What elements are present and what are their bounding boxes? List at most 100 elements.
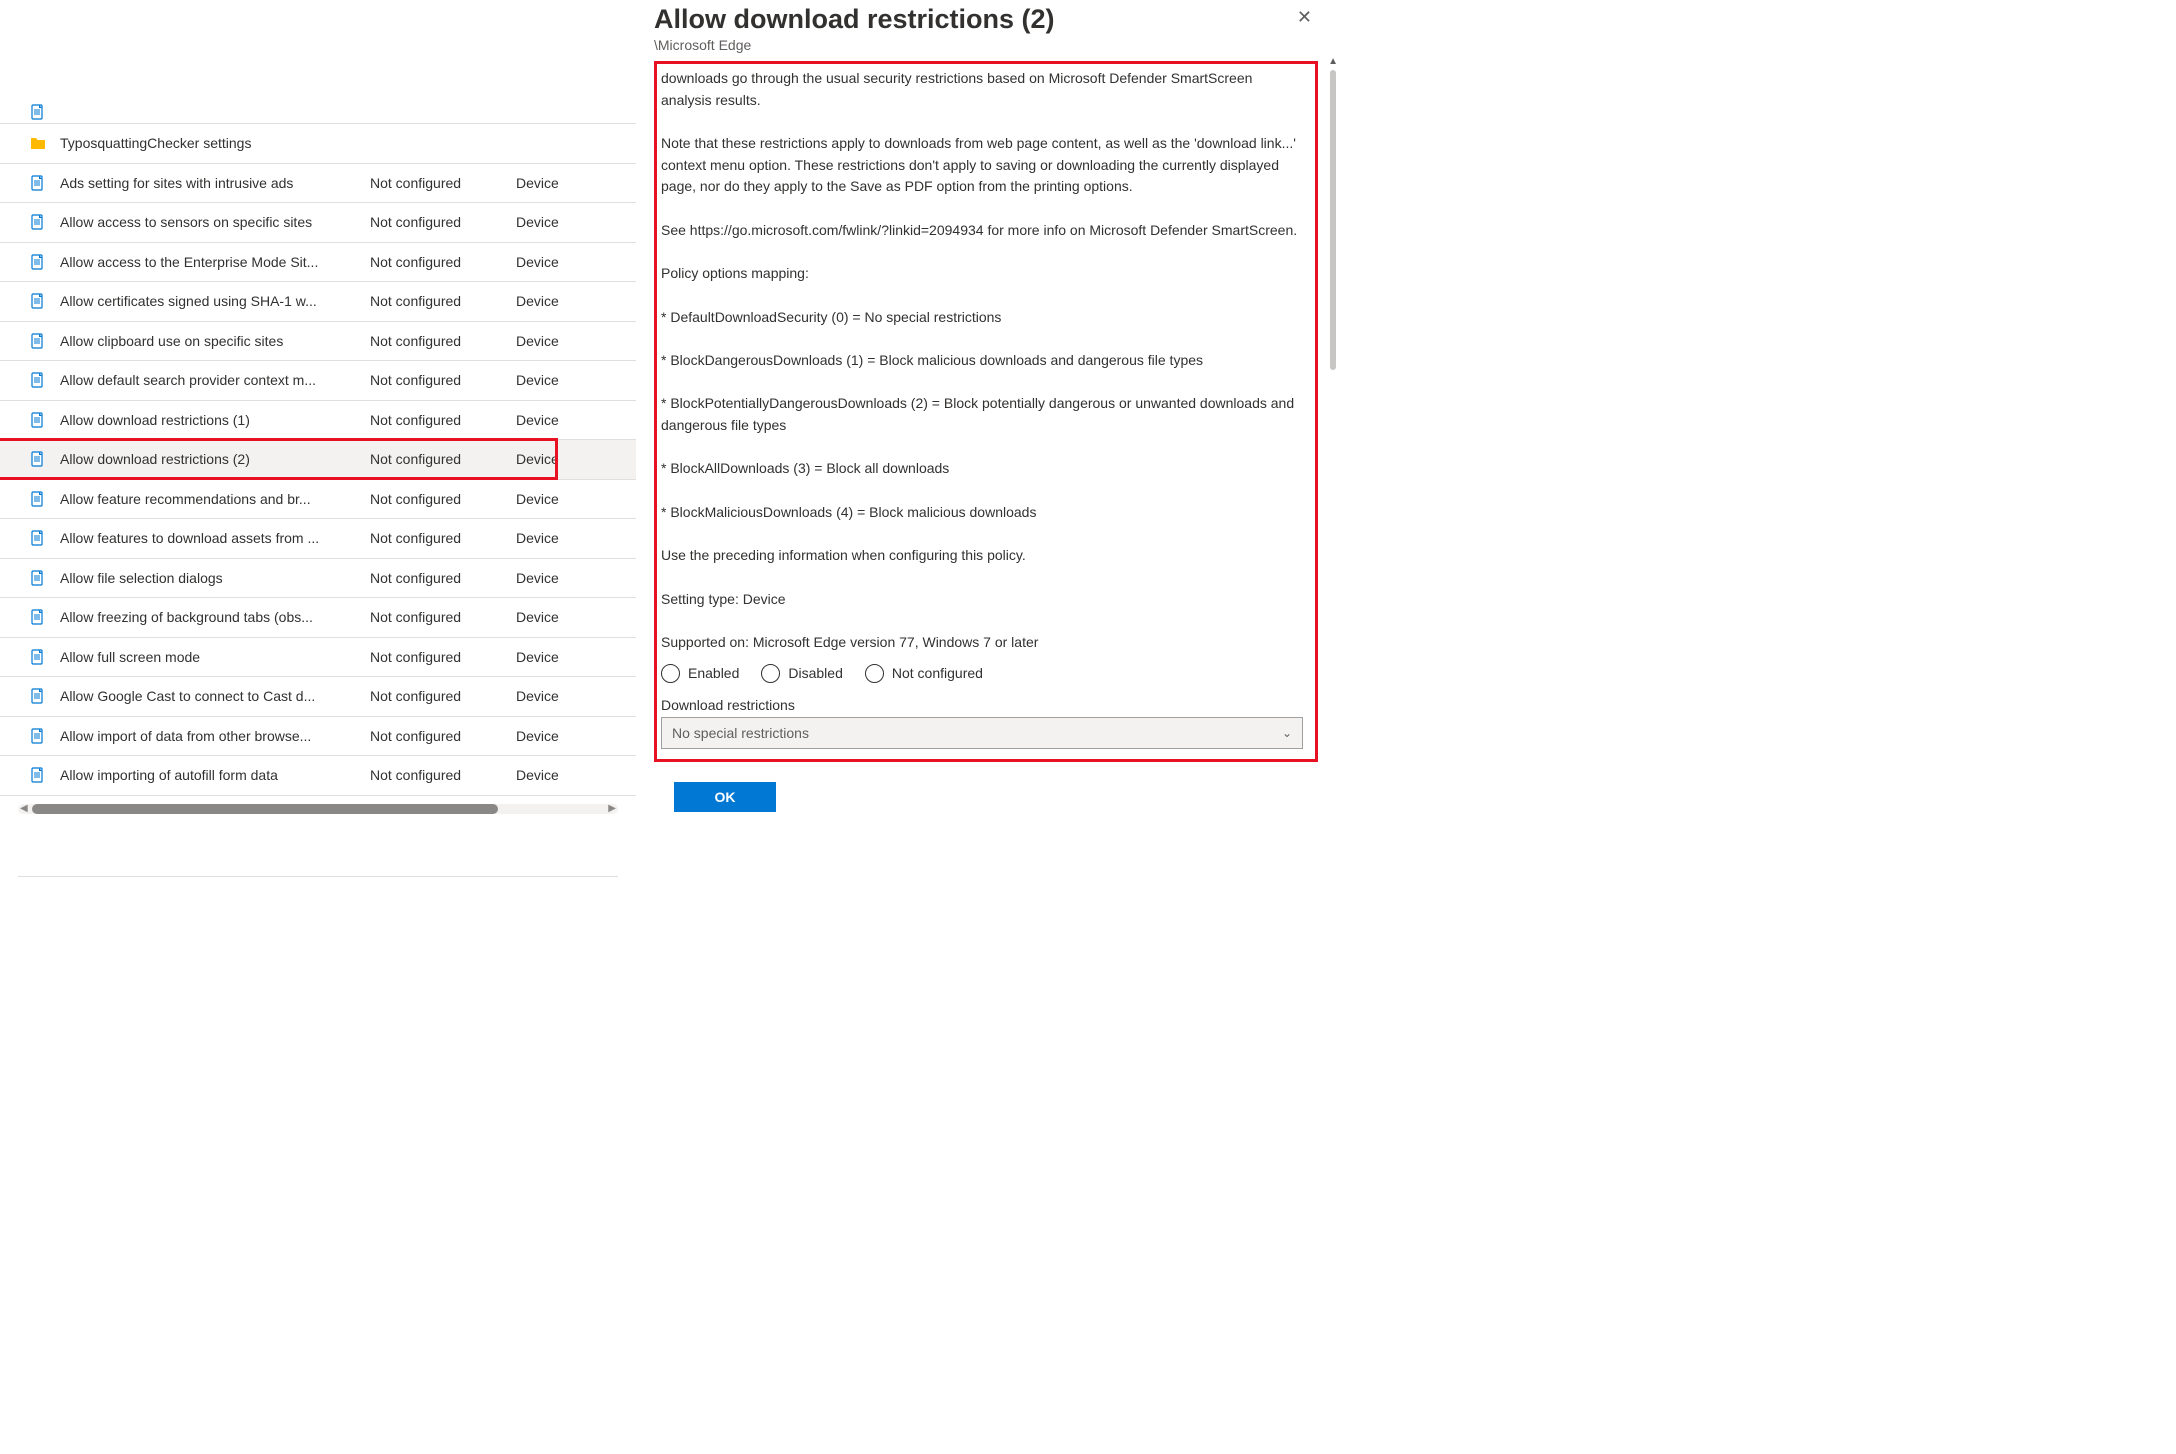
setting-state-cell: Not configured bbox=[370, 728, 516, 744]
radio-icon bbox=[761, 664, 780, 683]
setting-scope-cell: Device bbox=[516, 728, 596, 744]
setting-name-cell: Allow default search provider context m.… bbox=[60, 372, 370, 388]
horizontal-scrollbar-thumb[interactable] bbox=[32, 804, 498, 814]
radio-label: Not configured bbox=[892, 665, 983, 681]
scroll-right-arrow-icon[interactable]: ▶ bbox=[608, 803, 616, 814]
setting-state-cell: Not configured bbox=[370, 570, 516, 586]
table-row[interactable]: Allow default search provider context m.… bbox=[0, 361, 636, 401]
table-row[interactable]: Allow download restrictions (1)Not confi… bbox=[0, 401, 636, 441]
setting-name-cell: Allow feature recommendations and br... bbox=[60, 491, 370, 507]
setting-icon bbox=[30, 333, 46, 349]
setting-scope-cell: Device bbox=[516, 254, 596, 270]
scroll-up-arrow-icon[interactable]: ▲ bbox=[1328, 56, 1338, 67]
setting-name-cell: Ads setting for sites with intrusive ads bbox=[60, 175, 370, 191]
table-row[interactable]: Allow file selection dialogsNot configur… bbox=[0, 559, 636, 599]
table-row[interactable]: Allow import of data from other browse..… bbox=[0, 717, 636, 757]
setting-icon bbox=[30, 254, 46, 270]
setting-scope-cell: Device bbox=[516, 451, 596, 467]
scroll-left-arrow-icon[interactable]: ◀ bbox=[20, 803, 28, 814]
setting-state-cell: Not configured bbox=[370, 649, 516, 665]
download-restrictions-select[interactable]: No special restrictions ⌄ bbox=[661, 717, 1303, 749]
setting-state-cell: Not configured bbox=[370, 451, 516, 467]
table-row[interactable]: Allow full screen modeNot configuredDevi… bbox=[0, 638, 636, 678]
table-row[interactable]: Allow freezing of background tabs (obs..… bbox=[0, 598, 636, 638]
setting-name-cell: Allow download restrictions (2) bbox=[60, 451, 370, 467]
setting-state-cell: Not configured bbox=[370, 214, 516, 230]
setting-scope-cell: Device bbox=[516, 214, 596, 230]
setting-name-cell: Allow access to the Enterprise Mode Sit.… bbox=[60, 254, 370, 270]
setting-name-cell: Allow importing of autofill form data bbox=[60, 767, 370, 783]
dropdown-label: Download restrictions bbox=[661, 697, 1303, 713]
setting-name-cell: Allow import of data from other browse..… bbox=[60, 728, 370, 744]
setting-scope-cell: Device bbox=[516, 609, 596, 625]
select-value: No special restrictions bbox=[672, 725, 809, 741]
table-row[interactable]: Ads setting for sites with intrusive ads… bbox=[0, 164, 636, 204]
radio-icon bbox=[865, 664, 884, 683]
setting-scope-cell: Device bbox=[516, 175, 596, 191]
table-row[interactable]: Allow importing of autofill form dataNot… bbox=[0, 756, 636, 796]
setting-name-cell: Allow Google Cast to connect to Cast d..… bbox=[60, 688, 370, 704]
setting-state-cell: Not configured bbox=[370, 767, 516, 783]
setting-icon bbox=[30, 175, 46, 191]
setting-state-cell: Not configured bbox=[370, 609, 516, 625]
setting-name-cell: Allow file selection dialogs bbox=[60, 570, 370, 586]
setting-scope-cell: Device bbox=[516, 333, 596, 349]
setting-icon bbox=[30, 491, 46, 507]
vertical-scrollbar-thumb[interactable] bbox=[1330, 70, 1336, 370]
setting-scope-cell: Device bbox=[516, 530, 596, 546]
setting-state-cell: Not configured bbox=[370, 530, 516, 546]
table-row[interactable]: Allow access to sensors on specific site… bbox=[0, 203, 636, 243]
setting-scope-cell: Device bbox=[516, 491, 596, 507]
ok-button[interactable]: OK bbox=[674, 782, 776, 812]
setting-icon bbox=[30, 728, 46, 744]
table-row[interactable]: Allow certificates signed using SHA-1 w.… bbox=[0, 282, 636, 322]
horizontal-scrollbar[interactable]: ◀ ▶ bbox=[18, 804, 618, 814]
close-icon[interactable]: ✕ bbox=[1291, 4, 1318, 30]
setting-state-cell: Not configured bbox=[370, 372, 516, 388]
setting-name-cell: Allow certificates signed using SHA-1 w.… bbox=[60, 293, 370, 309]
setting-icon bbox=[30, 104, 46, 120]
setting-scope-cell: Device bbox=[516, 688, 596, 704]
radio-label: Disabled bbox=[788, 665, 842, 681]
table-row[interactable]: Allow features to download assets from .… bbox=[0, 519, 636, 559]
setting-state-cell: Not configured bbox=[370, 293, 516, 309]
setting-icon bbox=[30, 530, 46, 546]
setting-icon bbox=[30, 688, 46, 704]
divider bbox=[18, 876, 618, 877]
setting-scope-cell: Device bbox=[516, 649, 596, 665]
table-row[interactable]: TyposquattingChecker settings bbox=[0, 124, 636, 164]
setting-state-cell: Not configured bbox=[370, 333, 516, 349]
setting-scope-cell: Device bbox=[516, 412, 596, 428]
setting-name-cell: Allow freezing of background tabs (obs..… bbox=[60, 609, 370, 625]
table-row[interactable]: Allow access to the Enterprise Mode Sit.… bbox=[0, 243, 636, 283]
app-root: TyposquattingChecker settings Ads setting… bbox=[0, 0, 1338, 882]
setting-icon bbox=[30, 767, 46, 783]
vertical-scrollbar[interactable] bbox=[1328, 70, 1336, 448]
setting-name-cell: Allow clipboard use on specific sites bbox=[60, 333, 370, 349]
state-radio-group: Enabled Disabled Not configured bbox=[661, 664, 1303, 683]
table-row[interactable]: Allow Google Cast to connect to Cast d..… bbox=[0, 677, 636, 717]
setting-scope-cell: Device bbox=[516, 372, 596, 388]
panel-footer: OK bbox=[654, 782, 1318, 812]
setting-icon bbox=[30, 451, 46, 467]
settings-list-pane: TyposquattingChecker settings Ads setting… bbox=[0, 0, 636, 882]
radio-disabled[interactable]: Disabled bbox=[761, 664, 842, 683]
detail-body-highlight-annotation: downloads go through the usual security … bbox=[654, 61, 1318, 762]
setting-icon bbox=[30, 609, 46, 625]
setting-scope-cell: Device bbox=[516, 767, 596, 783]
radio-not-configured[interactable]: Not configured bbox=[865, 664, 983, 683]
setting-name-cell: Allow features to download assets from .… bbox=[60, 530, 370, 546]
setting-name-cell: TyposquattingChecker settings bbox=[60, 135, 370, 151]
detail-panel: ▲ Allow download restrictions (2) \Micro… bbox=[636, 0, 1338, 882]
table-row[interactable] bbox=[0, 100, 636, 124]
setting-state-cell: Not configured bbox=[370, 491, 516, 507]
table-row[interactable]: Allow clipboard use on specific sitesNot… bbox=[0, 322, 636, 362]
table-row[interactable]: Allow feature recommendations and br...N… bbox=[0, 480, 636, 520]
radio-enabled[interactable]: Enabled bbox=[661, 664, 739, 683]
setting-name-cell: Allow access to sensors on specific site… bbox=[60, 214, 370, 230]
setting-state-cell: Not configured bbox=[370, 175, 516, 191]
setting-state-cell: Not configured bbox=[370, 688, 516, 704]
setting-icon bbox=[30, 293, 46, 309]
table-row[interactable]: Allow download restrictions (2)Not confi… bbox=[0, 440, 636, 480]
radio-icon bbox=[661, 664, 680, 683]
